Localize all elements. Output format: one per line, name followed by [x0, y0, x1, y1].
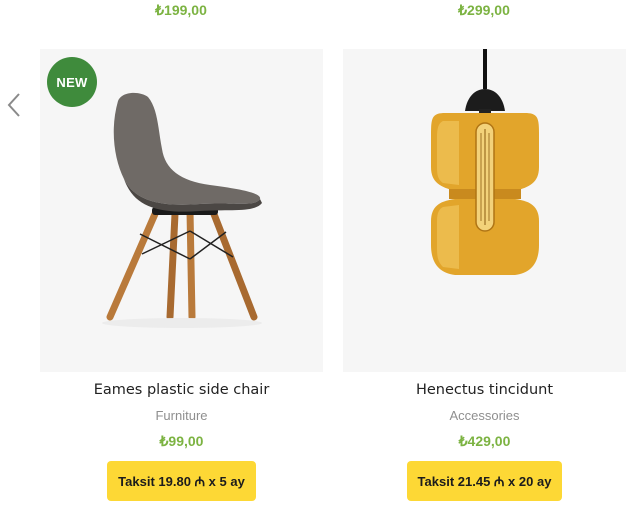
product-price: ₺299,00: [458, 2, 510, 18]
installment-button[interactable]: Taksit 19.80 ₼ x 5 ay: [107, 461, 256, 501]
product-image[interactable]: [343, 49, 626, 372]
installment-button[interactable]: Taksit 21.45 ₼ x 20 ay: [406, 461, 563, 501]
product-card[interactable]: Henectus tincidunt Accessories ₺429,00 T…: [343, 49, 626, 501]
carousel-prev-button[interactable]: [5, 92, 25, 118]
product-price: ₺99,00: [159, 433, 204, 449]
product-price: ₺199,00: [155, 2, 207, 18]
chevron-left-icon: [7, 93, 20, 117]
product-title[interactable]: Henectus tincidunt: [343, 382, 626, 398]
product-image[interactable]: NEW: [40, 49, 323, 372]
product-category[interactable]: Accessories: [343, 408, 626, 423]
product-title[interactable]: Eames plastic side chair: [40, 382, 323, 398]
product-category[interactable]: Furniture: [40, 408, 323, 423]
new-badge: NEW: [47, 57, 97, 107]
pendant-lamp-image: [431, 49, 539, 275]
product-price: ₺429,00: [458, 433, 511, 449]
product-carousel-page: ₺199,00 ₺299,00 NEW Eames plastic side c…: [0, 0, 634, 520]
product-card[interactable]: NEW Eames plastic side chair Furniture ₺…: [40, 49, 323, 501]
